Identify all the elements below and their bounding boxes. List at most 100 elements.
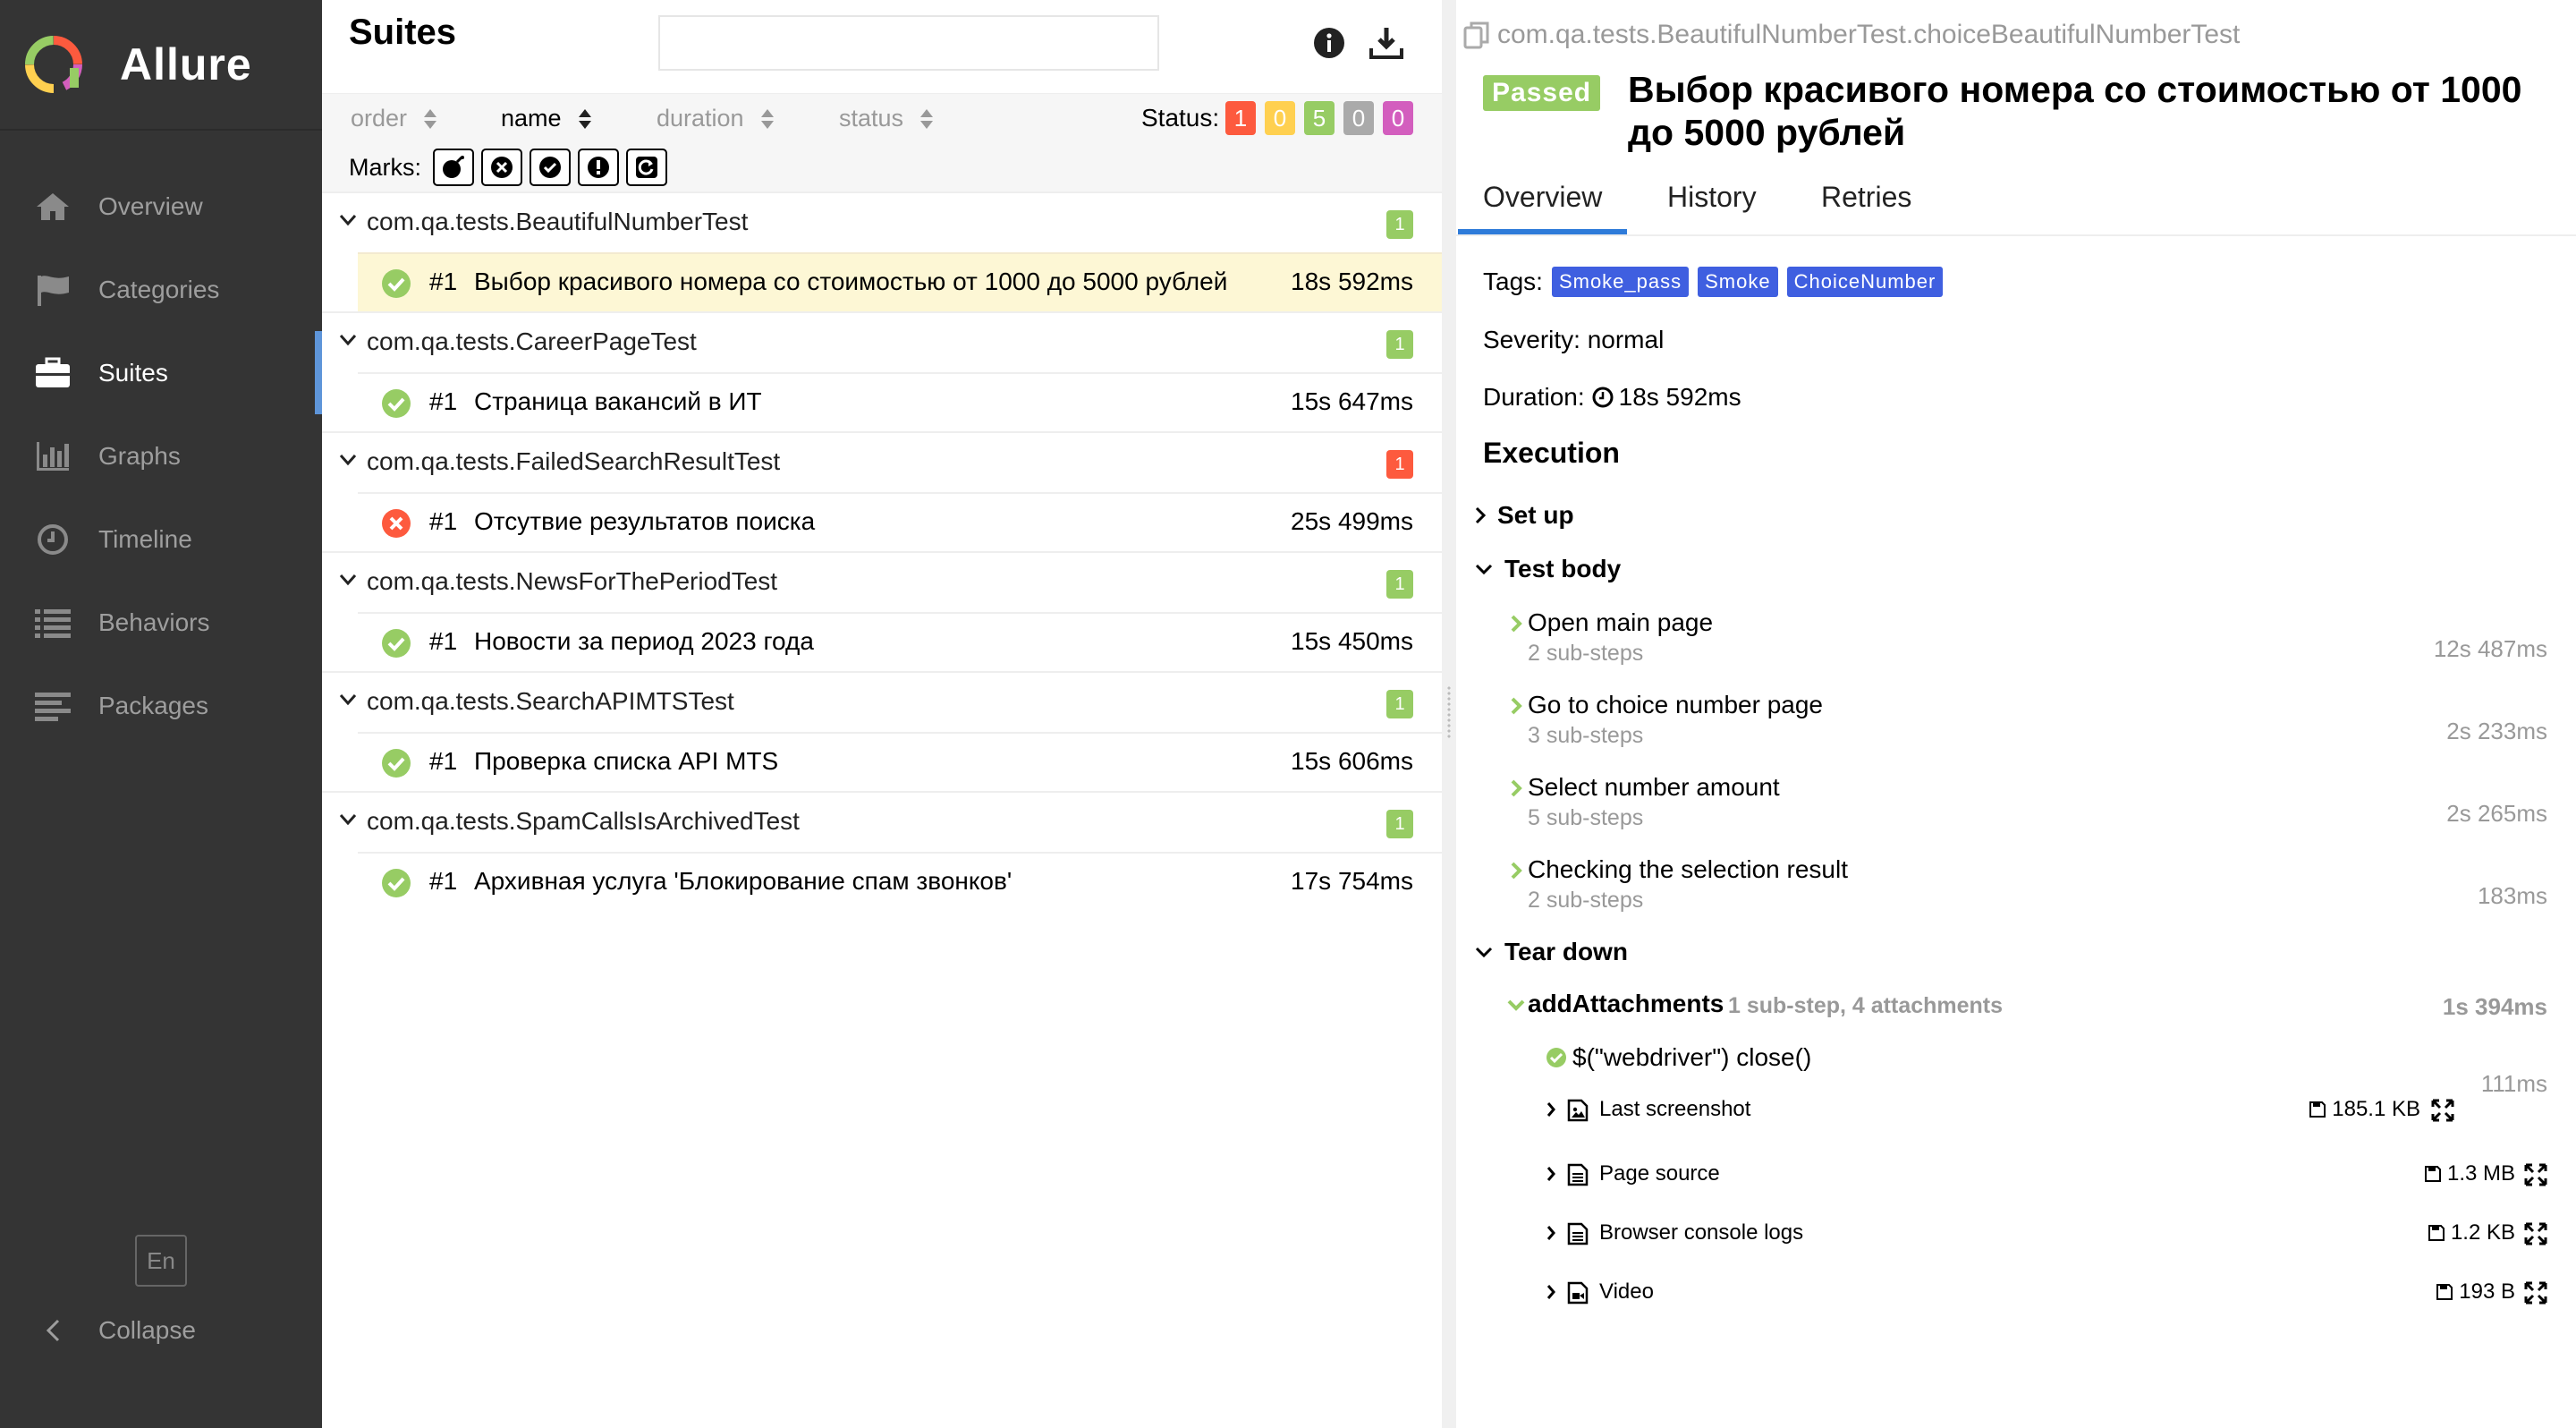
expand-icon[interactable] xyxy=(2431,1099,2454,1122)
marks-bar: Marks: xyxy=(322,143,1442,193)
attachment-name: Browser console logs xyxy=(1599,1220,1804,1245)
chevron-right-icon xyxy=(1511,697,1522,715)
tab-history[interactable]: History xyxy=(1667,181,1757,214)
suite-count-badge: 1 xyxy=(1386,810,1413,838)
copy-icon[interactable] xyxy=(1463,21,1490,49)
test-full-name[interactable]: com.qa.tests.BeautifulNumberTest.choiceB… xyxy=(1463,20,2240,50)
tags-row: Tags: Smoke_pass Smoke ChoiceNumber xyxy=(1483,267,1944,297)
test-row[interactable]: #1 Страница вакансий в ИТ 15s 647ms xyxy=(358,372,1442,431)
attachment-name: Page source xyxy=(1599,1161,1720,1186)
test-row[interactable]: #1 Отсутвие результатов поиска 25s 499ms xyxy=(358,492,1442,551)
suite-group: com.qa.tests.BeautifulNumberTest 1 #1 Вы… xyxy=(322,193,1442,313)
test-row[interactable]: #1 Выбор красивого номера со стоимостью … xyxy=(358,252,1442,311)
sidebar-item-label: Overview xyxy=(98,191,203,220)
sidebar-item-packages[interactable]: Packages xyxy=(0,664,322,747)
search-input[interactable] xyxy=(658,15,1159,71)
status-badge: Passed xyxy=(1483,75,1601,111)
mark-new-broken-toggle[interactable] xyxy=(578,149,619,186)
suite-name: com.qa.tests.SpamCallsIsArchivedTest xyxy=(367,807,800,835)
chevron-right-icon xyxy=(1511,779,1522,797)
sidebar-item-label: Packages xyxy=(98,691,208,719)
video-file-icon xyxy=(1567,1281,1589,1305)
suite-name: com.qa.tests.FailedSearchResultTest xyxy=(367,447,781,475)
briefcase-icon xyxy=(32,355,73,391)
suite-group-header[interactable]: com.qa.tests.CareerPageTest 1 xyxy=(322,313,1442,372)
suite-name: com.qa.tests.NewsForThePeriodTest xyxy=(367,567,778,595)
test-body-section-toggle[interactable]: Test body xyxy=(1474,555,1621,583)
save-icon xyxy=(2428,1225,2445,1241)
text-file-icon xyxy=(1567,1222,1589,1245)
splitter-grip[interactable] xyxy=(1446,685,1452,739)
sidebar-item-overview[interactable]: Overview xyxy=(0,165,322,248)
chevron-right-icon xyxy=(1546,1285,1555,1299)
suite-group-header[interactable]: com.qa.tests.FailedSearchResultTest 1 xyxy=(322,433,1442,492)
test-name: Новости за период 2023 года xyxy=(474,627,814,655)
setup-section-toggle[interactable]: Set up xyxy=(1474,501,1574,530)
test-name: Отсутвие результатов поиска xyxy=(474,507,816,535)
sidebar-item-behaviors[interactable]: Behaviors xyxy=(0,581,322,664)
test-row[interactable]: #1 Новости за период 2023 года 15s 450ms xyxy=(358,612,1442,671)
attachment-row[interactable]: Page source 1.3 MB xyxy=(1546,1158,2547,1194)
tab-overview[interactable]: Overview xyxy=(1457,181,1628,234)
download-icon[interactable] xyxy=(1368,25,1404,61)
step-duration: 1s 394ms xyxy=(2442,993,2547,1020)
suite-name: com.qa.tests.BeautifulNumberTest xyxy=(367,208,749,235)
suite-count-badge: 1 xyxy=(1386,690,1413,718)
attachment-name: Video xyxy=(1599,1279,1654,1304)
step-name: Open main page xyxy=(1528,608,1714,636)
status-skipped-toggle[interactable]: 0 xyxy=(1343,101,1374,135)
collapse-button[interactable]: Collapse xyxy=(32,1308,196,1353)
test-row[interactable]: #1 Проверка списка API MTS 15s 606ms xyxy=(358,732,1442,791)
pane-splitter[interactable] xyxy=(1442,0,1456,1428)
sidebar-item-label: Categories xyxy=(98,275,220,303)
align-left-icon xyxy=(32,688,73,724)
status-failed-toggle[interactable]: 1 xyxy=(1225,101,1256,135)
sidebar-item-categories[interactable]: Categories xyxy=(0,248,322,331)
sidebar-item-suites[interactable]: Suites xyxy=(0,331,322,414)
mark-new-failed-toggle[interactable] xyxy=(481,149,522,186)
sort-order-button[interactable]: order xyxy=(351,105,437,132)
mark-new-passed-toggle[interactable] xyxy=(530,149,571,186)
chevron-right-icon xyxy=(1546,1167,1555,1181)
suite-group-header[interactable]: com.qa.tests.BeautifulNumberTest 1 xyxy=(322,193,1442,252)
chevron-down-icon xyxy=(339,814,357,826)
expand-icon[interactable] xyxy=(2524,1281,2547,1305)
test-detail-panel: com.qa.tests.BeautifulNumberTest.choiceB… xyxy=(1456,0,2576,1428)
sort-bar: order name duration status Status: 1 0 5… xyxy=(322,93,1442,143)
tab-retries[interactable]: Retries xyxy=(1821,181,1911,214)
language-button[interactable]: En xyxy=(135,1235,187,1287)
brand[interactable]: Allure xyxy=(0,0,322,131)
attachment-row[interactable]: Browser console logs 1.2 KB xyxy=(1546,1217,2547,1253)
sort-duration-button[interactable]: duration xyxy=(657,105,775,132)
sort-status-button[interactable]: status xyxy=(839,105,934,132)
suite-group-header[interactable]: com.qa.tests.NewsForThePeriodTest 1 xyxy=(322,553,1442,612)
suite-group-header[interactable]: com.qa.tests.SpamCallsIsArchivedTest 1 xyxy=(322,793,1442,852)
mark-retries-toggle[interactable] xyxy=(626,149,667,186)
attachment-row[interactable]: Last screenshot 185.1 KB xyxy=(1546,1093,2547,1129)
suite-name: com.qa.tests.CareerPageTest xyxy=(367,327,697,355)
sort-name-button[interactable]: name xyxy=(501,105,592,132)
status-passed-toggle[interactable]: 5 xyxy=(1304,101,1335,135)
sort-status-label: status xyxy=(839,105,904,132)
duration-label: Duration: xyxy=(1483,383,1585,411)
sidebar-item-graphs[interactable]: Graphs xyxy=(0,414,322,497)
mark-flaky-toggle[interactable] xyxy=(433,149,474,186)
info-icon[interactable] xyxy=(1313,27,1345,59)
status-unknown-toggle[interactable]: 0 xyxy=(1383,101,1413,135)
sidebar-item-timeline[interactable]: Timeline xyxy=(0,497,322,581)
test-duration: 25s 499ms xyxy=(1291,507,1413,535)
suite-group-header[interactable]: com.qa.tests.SearchAPIMTSTest 1 xyxy=(322,673,1442,732)
suite-count-badge: 1 xyxy=(1386,330,1413,359)
chevron-down-icon xyxy=(339,215,357,226)
status-broken-toggle[interactable]: 0 xyxy=(1265,101,1295,135)
suite-group: com.qa.tests.CareerPageTest 1 #1 Страниц… xyxy=(322,313,1442,433)
sort-icon xyxy=(920,108,934,129)
tear-down-section-toggle[interactable]: Tear down xyxy=(1474,938,1628,966)
sort-icon xyxy=(424,108,437,129)
save-icon xyxy=(2309,1101,2326,1118)
attachment-row[interactable]: Video 193 B xyxy=(1546,1276,2547,1312)
expand-icon[interactable] xyxy=(2524,1222,2547,1245)
test-row[interactable]: #1 Архивная услуга 'Блокирование спам зв… xyxy=(358,852,1442,911)
test-number: #1 xyxy=(429,747,458,775)
expand-icon[interactable] xyxy=(2524,1163,2547,1186)
